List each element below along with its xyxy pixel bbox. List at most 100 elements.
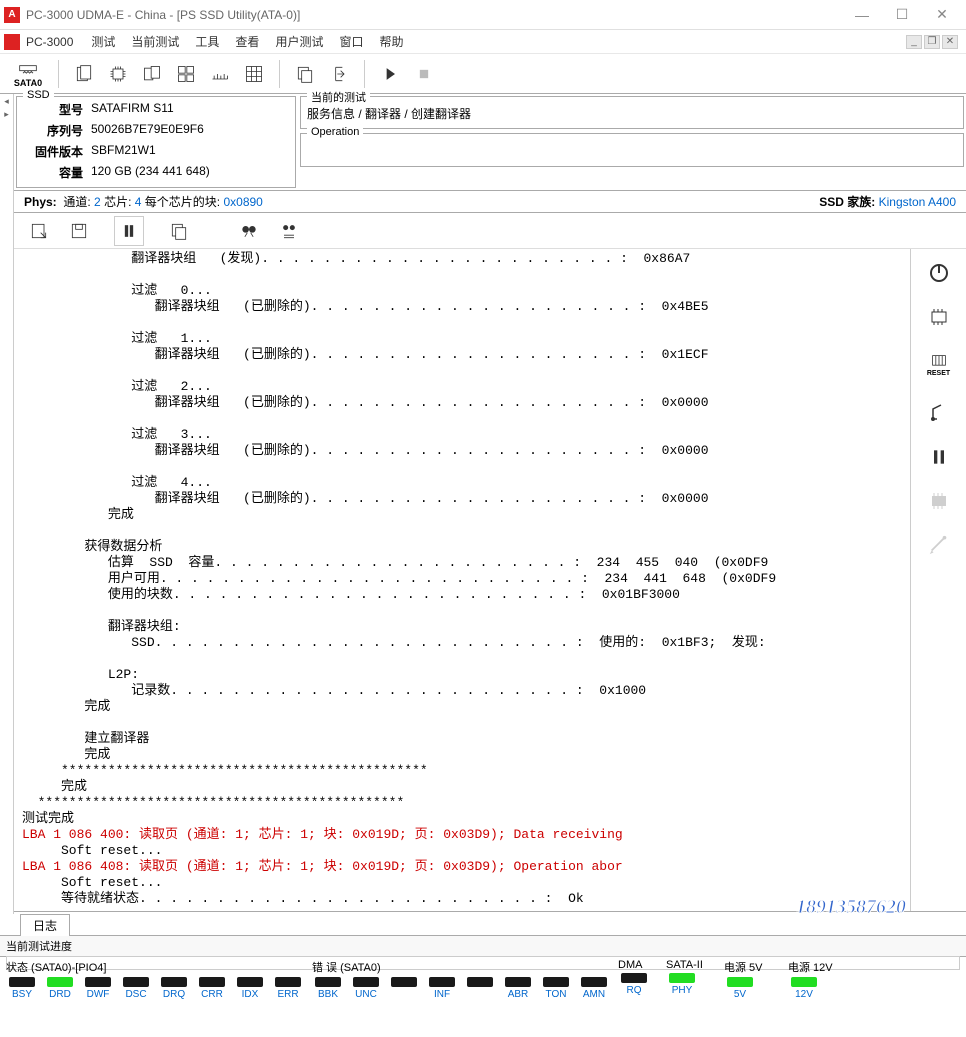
led-RQ: RQ [616,973,652,996]
sata0-button[interactable]: SATA0 [8,59,48,89]
grid-icon[interactable] [239,59,269,89]
led-TON: TON [538,977,574,1000]
play-button[interactable] [375,59,405,89]
progress-section: 当前测试进度 [0,935,966,957]
mdi-close-button[interactable]: ✕ [942,35,958,49]
chip-label: 芯片: [104,193,131,210]
led-DSC: DSC [118,977,154,1000]
ssd-family-label: SSD 家族: [819,195,875,209]
copy-log-icon[interactable] [164,216,194,246]
led-INF: INF [424,977,460,1000]
open-file-icon[interactable] [24,216,54,246]
progress-label: 当前测试进度 [6,941,72,953]
bottom-tabs: 日志 [14,911,966,935]
led-12V: 12V [786,977,822,1000]
left-gutter: ◂ ▸ [0,94,14,914]
led-CRR: CRR [194,977,230,1000]
serial-value: 50026B7E79E0E9F6 [91,122,204,139]
settings-icon[interactable] [925,531,953,559]
find-next-icon[interactable] [274,216,304,246]
chip-icon[interactable] [103,59,133,89]
pause-button[interactable] [114,216,144,246]
window-title: PC-3000 UDMA-E - China - [PS SSD Utility… [26,8,842,22]
chip-value: 4 [135,195,142,209]
app-icon: A [4,7,20,23]
led-DRQ: DRQ [156,977,192,1000]
current-test-legend: 当前的测试 [307,89,370,105]
mdi-minimize-button[interactable]: _ [906,35,922,49]
tool-1-icon[interactable] [69,59,99,89]
exit-icon[interactable] [324,59,354,89]
led-DWF: DWF [80,977,116,1000]
phys-info-row: Phys: 通道: 2 芯片: 4 每个芯片的块: 0x0890 SSD 家族:… [14,191,966,213]
status-strip: 状态 (SATA0)-[PIO4]BSYDRDDWFDSCDRQCRRIDXER… [0,957,966,1011]
menu-view[interactable]: 查看 [227,33,267,50]
operation-legend: Operation [307,126,363,138]
menu-user-test[interactable]: 用户测试 [267,33,331,50]
led-BBK: BBK [310,977,346,1000]
log-output[interactable]: ****************************************… [14,249,910,911]
menu-test[interactable]: 测试 [83,33,123,50]
led-5V: 5V [722,977,758,1000]
stop-button[interactable] [409,59,439,89]
main-toolbar: SATA0 [0,54,966,94]
ssd-legend: SSD [23,89,54,101]
menu-window[interactable]: 窗口 [331,33,371,50]
mdi-restore-button[interactable]: ❐ [924,35,940,49]
close-button[interactable]: ✕ [922,1,962,29]
chevron-right-icon[interactable]: ▸ [0,109,13,120]
serial-label: 序列号 [23,122,83,139]
menu-current-test[interactable]: 当前测试 [123,33,187,50]
minimize-button[interactable]: — [842,1,882,29]
model-label: 型号 [23,101,83,118]
blocks-label: 每个芯片的块: [145,193,220,210]
find-icon[interactable] [234,216,264,246]
tool-3-icon[interactable] [137,59,167,89]
chip3-icon[interactable] [925,487,953,515]
window-titlebar: A PC-3000 UDMA-E - China - [PS SSD Utili… [0,0,966,30]
blocks-value: 0x0890 [223,195,262,209]
chip2-icon[interactable] [925,303,953,331]
led-blank [386,977,422,1000]
led-IDX: IDX [232,977,268,1000]
right-toolbar: RESET [910,249,966,911]
menu-help[interactable]: 帮助 [371,33,411,50]
firmware-value: SBFM21W1 [91,143,156,160]
capacity-value: 120 GB (234 441 648) [91,164,210,181]
led-ERR: ERR [270,977,306,1000]
led-UNC: UNC [348,977,384,1000]
log-toolbar [14,213,966,249]
phys-label: Phys: [24,195,57,209]
copy-icon[interactable] [290,59,320,89]
model-value: SATAFIRM S11 [91,101,174,118]
led-AMN: AMN [576,977,612,1000]
led-ABR: ABR [500,977,536,1000]
led-DRD: DRD [42,977,78,1000]
pause2-icon[interactable] [925,443,953,471]
ssd-family-value: Kingston A400 [879,195,956,209]
save-file-icon[interactable] [64,216,94,246]
ssd-info-panel: SSD 型号SATAFIRM S11 序列号50026B7E79E0E9F6 固… [16,96,296,188]
channel-label: 通道: [63,193,90,210]
reset-button[interactable]: RESET [925,347,953,383]
led-PHY: PHY [664,973,700,996]
capacity-label: 容量 [23,164,83,181]
current-test-panel: 当前的测试 服务信息 / 翻译器 / 创建翻译器 Operation [300,96,964,188]
info-row: SSD 型号SATAFIRM S11 序列号50026B7E79E0E9F6 固… [14,94,966,191]
ruler-icon[interactable] [205,59,235,89]
firmware-label: 固件版本 [23,143,83,160]
tool-4-icon[interactable] [171,59,201,89]
tab-log[interactable]: 日志 [20,914,70,936]
chevron-left-icon[interactable]: ◂ [0,96,13,107]
menubar: PC-3000 测试 当前测试 工具 查看 用户测试 窗口 帮助 _ ❐ ✕ [0,30,966,54]
app-name: PC-3000 [26,35,73,49]
switch-icon[interactable] [925,399,953,427]
channel-value: 2 [94,195,101,209]
power-icon[interactable] [925,259,953,287]
maximize-button[interactable]: ☐ [882,1,922,29]
current-test-path: 服务信息 / 翻译器 / 创建翻译器 [307,105,957,122]
app-icon-small [4,34,20,50]
led-BSY: BSY [4,977,40,1000]
content-area: ****************************************… [14,249,966,911]
menu-tools[interactable]: 工具 [187,33,227,50]
